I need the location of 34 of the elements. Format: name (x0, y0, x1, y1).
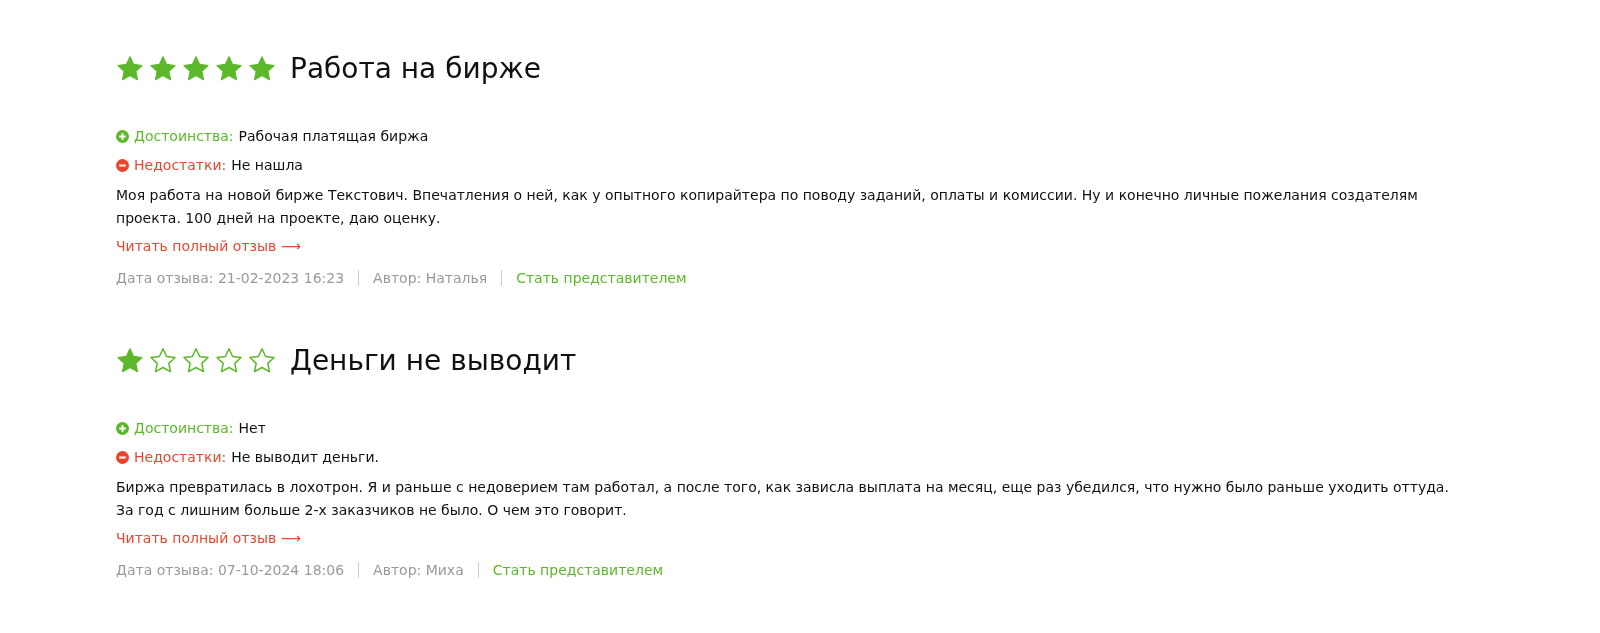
become-representative-link[interactable]: Стать представителем (501, 270, 687, 286)
cons-label: Недостатки: (134, 448, 227, 467)
filled-star-icon (116, 347, 144, 375)
empty-star-icon (149, 347, 177, 375)
become-representative-link[interactable]: Стать представителем (477, 562, 664, 578)
read-more-link[interactable]: Читать полный отзыв ⟶ (116, 526, 301, 550)
review-author: Автор: Миха (358, 562, 478, 578)
filled-star-icon (149, 55, 177, 83)
filled-star-icon (182, 55, 210, 83)
minus-icon (116, 158, 129, 172)
empty-star-icon (182, 347, 210, 375)
review-author: Автор: Наталья (358, 270, 502, 286)
minus-icon (116, 450, 129, 464)
pros-text: Нет (238, 419, 266, 438)
review-date: Дата отзыва: 21-02-2023 16:23 (116, 270, 346, 286)
filled-star-icon (248, 55, 276, 83)
review-text: Моя работа на новой бирже Текстович. Впечатления о ней, как у опытного копирайтера по поводу заданий, оплаты и комиссии. Ну и конечно личные пожелания создателям проекта. 100 дней на проекте, даю оценку. (116, 186, 1419, 228)
pros-label: Достоинства: (134, 419, 234, 438)
cons-text: Не нашла (231, 156, 303, 175)
filled-star-icon (215, 55, 243, 83)
review-date: Дата отзыва: 07-10-2024 18:06 (116, 562, 346, 578)
empty-star-icon (248, 347, 276, 375)
pros-label: Достоинства: (134, 127, 234, 146)
review-title: Деньги не выводит (290, 344, 577, 378)
review-text: Биржа превратилась в лохотрон. Я и раньше с недоверием там работал, а после того, как зависла выплата на месяц, еще раз убедился, что нужно было раньше уходить оттуда. За год с лишним больше 2-х заказчиков не было. О чем это говорит. (116, 478, 1450, 520)
review-title: Работа на бирже (290, 52, 541, 86)
plus-icon (116, 421, 129, 435)
filled-star-icon (116, 55, 144, 83)
empty-star-icon (215, 347, 243, 375)
cons-text: Не выводит деньги. (231, 448, 379, 467)
pros-text: Рабочая платящая биржа (238, 127, 429, 146)
read-more-link[interactable]: Читать полный отзыв ⟶ (116, 234, 301, 258)
plus-icon (116, 129, 129, 143)
cons-label: Недостатки: (134, 156, 227, 175)
